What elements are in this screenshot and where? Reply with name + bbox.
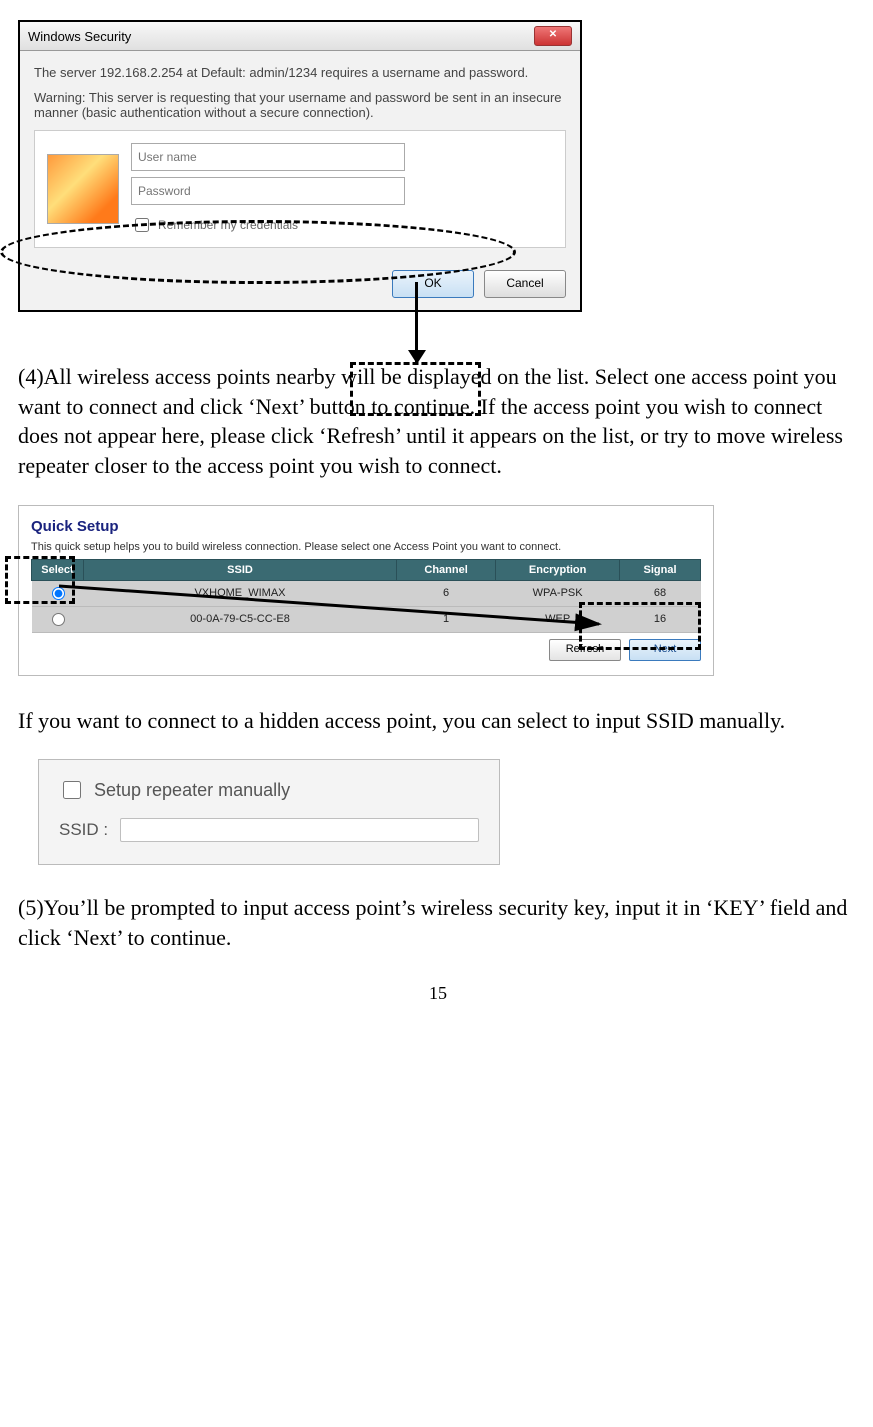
col-encryption: Encryption [496, 559, 620, 580]
dialog-title: Windows Security [28, 29, 131, 44]
table-row[interactable]: 00-0A-79-C5-CC-E8 1 WEP 16 [32, 606, 701, 632]
paragraph-5: (5)You’ll be prompted to input access po… [18, 893, 858, 952]
cell-channel: 1 [397, 606, 496, 632]
paragraph-hidden-ap: If you want to connect to a hidden acces… [18, 706, 858, 736]
windows-security-dialog: Windows Security ✕ The server 192.168.2.… [18, 20, 582, 312]
quick-setup-desc: This quick setup helps you to build wire… [31, 541, 701, 553]
cell-signal: 16 [620, 606, 701, 632]
table-row[interactable]: VXHOME_WIMAX 6 WPA-PSK 68 [32, 580, 701, 606]
dialog-titlebar: Windows Security ✕ [20, 22, 580, 51]
cell-encryption: WPA-PSK [496, 580, 620, 606]
paragraph-4: (4)All wireless access points nearby wil… [18, 362, 858, 481]
select-radio[interactable] [52, 587, 65, 600]
quick-setup-panel: Quick Setup This quick setup helps you t… [18, 505, 714, 676]
ssid-label: SSID : [59, 820, 108, 840]
cell-signal: 68 [620, 580, 701, 606]
quick-setup-title: Quick Setup [31, 518, 701, 535]
access-point-table: Select SSID Channel Encryption Signal VX… [31, 559, 701, 633]
cell-channel: 6 [397, 580, 496, 606]
user-icon [47, 154, 119, 224]
select-radio[interactable] [52, 613, 65, 626]
cell-ssid: 00-0A-79-C5-CC-E8 [84, 606, 397, 632]
col-ssid: SSID [84, 559, 397, 580]
next-button[interactable]: Next [629, 639, 701, 661]
close-icon[interactable]: ✕ [534, 26, 572, 46]
col-signal: Signal [620, 559, 701, 580]
refresh-button[interactable]: Refresh [549, 639, 621, 661]
cancel-button[interactable]: Cancel [484, 270, 566, 298]
page-number: 15 [18, 983, 858, 1004]
manual-checkbox[interactable] [63, 781, 81, 799]
dialog-message-1: The server 192.168.2.254 at Default: adm… [34, 65, 566, 80]
password-input[interactable] [131, 177, 405, 205]
dialog-message-2: Warning: This server is requesting that … [34, 90, 566, 120]
manual-setup-panel: Setup repeater manually SSID : [38, 759, 500, 865]
remember-checkbox[interactable] [135, 218, 149, 232]
col-channel: Channel [397, 559, 496, 580]
credentials-area: Remember my credentials [34, 130, 566, 248]
ok-button[interactable]: OK [392, 270, 474, 298]
remember-label: Remember my credentials [158, 218, 298, 232]
ssid-input[interactable] [120, 818, 479, 842]
remember-credentials-row[interactable]: Remember my credentials [131, 215, 549, 235]
col-select: Select [32, 559, 84, 580]
cell-ssid: VXHOME_WIMAX [84, 580, 397, 606]
username-input[interactable] [131, 143, 405, 171]
dialog-body: The server 192.168.2.254 at Default: adm… [20, 51, 580, 260]
manual-checkbox-label: Setup repeater manually [94, 780, 290, 801]
cell-encryption: WEP [496, 606, 620, 632]
dialog-buttons: OK Cancel [20, 260, 580, 310]
